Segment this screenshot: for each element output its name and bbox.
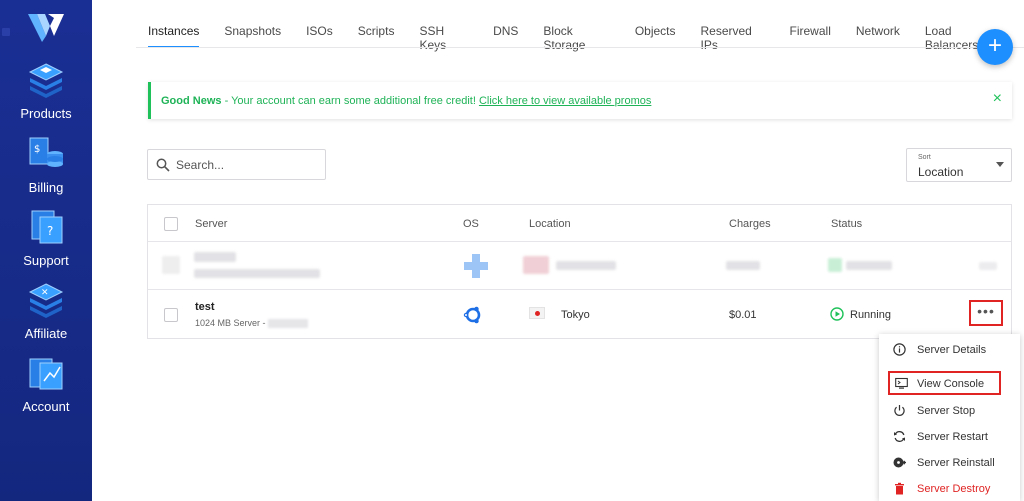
search-icon <box>156 158 170 172</box>
table-header: Server OS Location Charges Status <box>148 205 1011 242</box>
sidebar: Products $ Billing ? Support ✕ Affiliate… <box>0 0 92 501</box>
redacted-server-name <box>194 252 236 262</box>
column-charges: Charges <box>729 218 771 230</box>
account-icon <box>29 358 63 390</box>
running-status-icon <box>830 307 844 321</box>
server-charges: $0.01 <box>729 309 757 321</box>
support-icon: ? <box>31 210 63 244</box>
server-name[interactable]: test <box>195 301 215 313</box>
tab-ssh-keys[interactable]: SSH Keys <box>419 24 468 52</box>
app-window: Products $ Billing ? Support ✕ Affiliate… <box>0 0 1024 501</box>
row-checkbox[interactable] <box>164 308 178 322</box>
server-status: Running <box>850 309 891 321</box>
column-server: Server <box>195 218 228 230</box>
table-row[interactable] <box>148 242 1011 290</box>
more-options-button[interactable]: ••• <box>969 300 1003 326</box>
redacted-server-sub <box>194 269 320 278</box>
table-row[interactable]: test 1024 MB Server - Tokyo $0.01 Runnin… <box>148 291 1011 339</box>
power-icon <box>894 405 905 416</box>
close-icon[interactable]: × <box>993 90 1002 108</box>
menu-item-server-details[interactable]: Server Details <box>879 338 1020 362</box>
sort-value: Location <box>918 165 964 179</box>
sidebar-item-billing[interactable]: $ Billing <box>0 134 92 195</box>
sidebar-item-label: Account <box>22 399 70 414</box>
column-os: OS <box>463 218 479 230</box>
menu-item-server-stop[interactable]: Server Stop <box>879 399 1020 423</box>
info-icon <box>893 343 906 356</box>
search-input[interactable] <box>176 158 316 172</box>
menu-item-label: View Console <box>917 378 985 390</box>
redacted-status-icon <box>828 258 842 272</box>
tab-dns[interactable]: DNS <box>493 24 518 48</box>
tab-reserved-ips[interactable]: Reserved IPs <box>701 24 765 52</box>
tab-snapshots[interactable]: Snapshots <box>224 24 281 48</box>
redacted-charges <box>726 261 760 270</box>
redacted-ip <box>268 319 309 329</box>
tab-network[interactable]: Network <box>856 24 900 48</box>
tab-block-storage[interactable]: Block Storage <box>543 24 609 52</box>
sidebar-item-label: Billing <box>28 180 64 195</box>
server-subtitle: 1024 MB Server - <box>195 318 309 329</box>
svg-text:$: $ <box>34 144 40 155</box>
menu-item-server-reinstall[interactable]: Server Reinstall <box>879 451 1020 475</box>
redacted-location <box>556 261 616 270</box>
promo-link[interactable]: Click here to view available promos <box>479 95 651 107</box>
console-icon <box>895 377 908 389</box>
menu-item-label: Server Stop <box>917 405 976 417</box>
sidebar-item-affiliate[interactable]: ✕ Affiliate <box>0 280 92 341</box>
menu-item-server-restart[interactable]: Server Restart <box>879 425 1020 449</box>
redacted-more <box>979 262 997 270</box>
sidebar-item-label: Support <box>23 253 69 268</box>
tab-instances[interactable]: Instances <box>148 24 200 48</box>
menu-item-server-destroy[interactable]: Server Destroy <box>879 477 1020 501</box>
billing-icon: $ <box>29 137 63 167</box>
redacted-checkbox <box>162 256 180 274</box>
reinstall-icon <box>893 457 906 468</box>
tab-scripts[interactable]: Scripts <box>358 24 395 48</box>
menu-item-view-console[interactable]: View Console <box>888 371 1001 395</box>
menu-item-label: Server Reinstall <box>917 457 995 469</box>
svg-text:?: ? <box>47 224 53 238</box>
select-all-checkbox[interactable] <box>164 217 178 231</box>
restart-icon <box>894 431 905 442</box>
search-box <box>147 149 326 180</box>
vultr-logo-icon[interactable] <box>28 12 64 42</box>
layers-icon <box>28 63 64 98</box>
tab-bar: Instances Snapshots ISOs Scripts SSH Key… <box>148 24 1024 52</box>
column-location: Location <box>529 218 571 230</box>
japan-flag-icon <box>529 307 545 319</box>
instances-table: Server OS Location Charges Status test 1… <box>147 204 1012 339</box>
promo-banner: Good News - Your account can earn some a… <box>148 82 1012 119</box>
os-icon <box>464 254 488 278</box>
menu-item-label: Server Details <box>917 344 987 356</box>
column-status: Status <box>831 218 863 230</box>
tab-isos[interactable]: ISOs <box>306 24 333 48</box>
menu-item-label: Server Destroy <box>917 483 991 495</box>
promo-title: Good News <box>161 95 222 107</box>
redacted-flag <box>523 256 549 274</box>
tab-firewall[interactable]: Firewall <box>790 24 831 48</box>
sort-select[interactable]: Sort Location <box>906 148 1012 182</box>
sidebar-item-products[interactable]: Products <box>0 60 92 121</box>
add-button[interactable]: + <box>977 29 1013 65</box>
sidebar-item-support[interactable]: ? Support <box>0 207 92 268</box>
sidebar-item-label: Affiliate <box>24 326 68 341</box>
server-context-menu: Server Details View Console Server Stop <box>879 334 1020 501</box>
sidebar-item-label: Products <box>20 106 72 121</box>
ubuntu-icon <box>463 306 481 324</box>
chevron-down-icon <box>996 162 1004 167</box>
svg-text:✕: ✕ <box>41 288 49 298</box>
sidebar-marker <box>2 28 10 36</box>
sort-label: Sort <box>918 154 931 161</box>
promo-text: - Your account can earn some additional … <box>221 95 479 107</box>
server-plan: 1024 MB Server - <box>195 318 269 328</box>
server-location: Tokyo <box>561 309 590 321</box>
trash-icon <box>895 482 904 495</box>
redacted-status <box>846 261 892 270</box>
tab-objects[interactable]: Objects <box>635 24 676 48</box>
affiliate-icon: ✕ <box>28 283 64 318</box>
menu-item-label: Server Restart <box>917 431 988 443</box>
sidebar-item-account[interactable]: Account <box>0 353 92 414</box>
tab-divider <box>136 47 1024 48</box>
